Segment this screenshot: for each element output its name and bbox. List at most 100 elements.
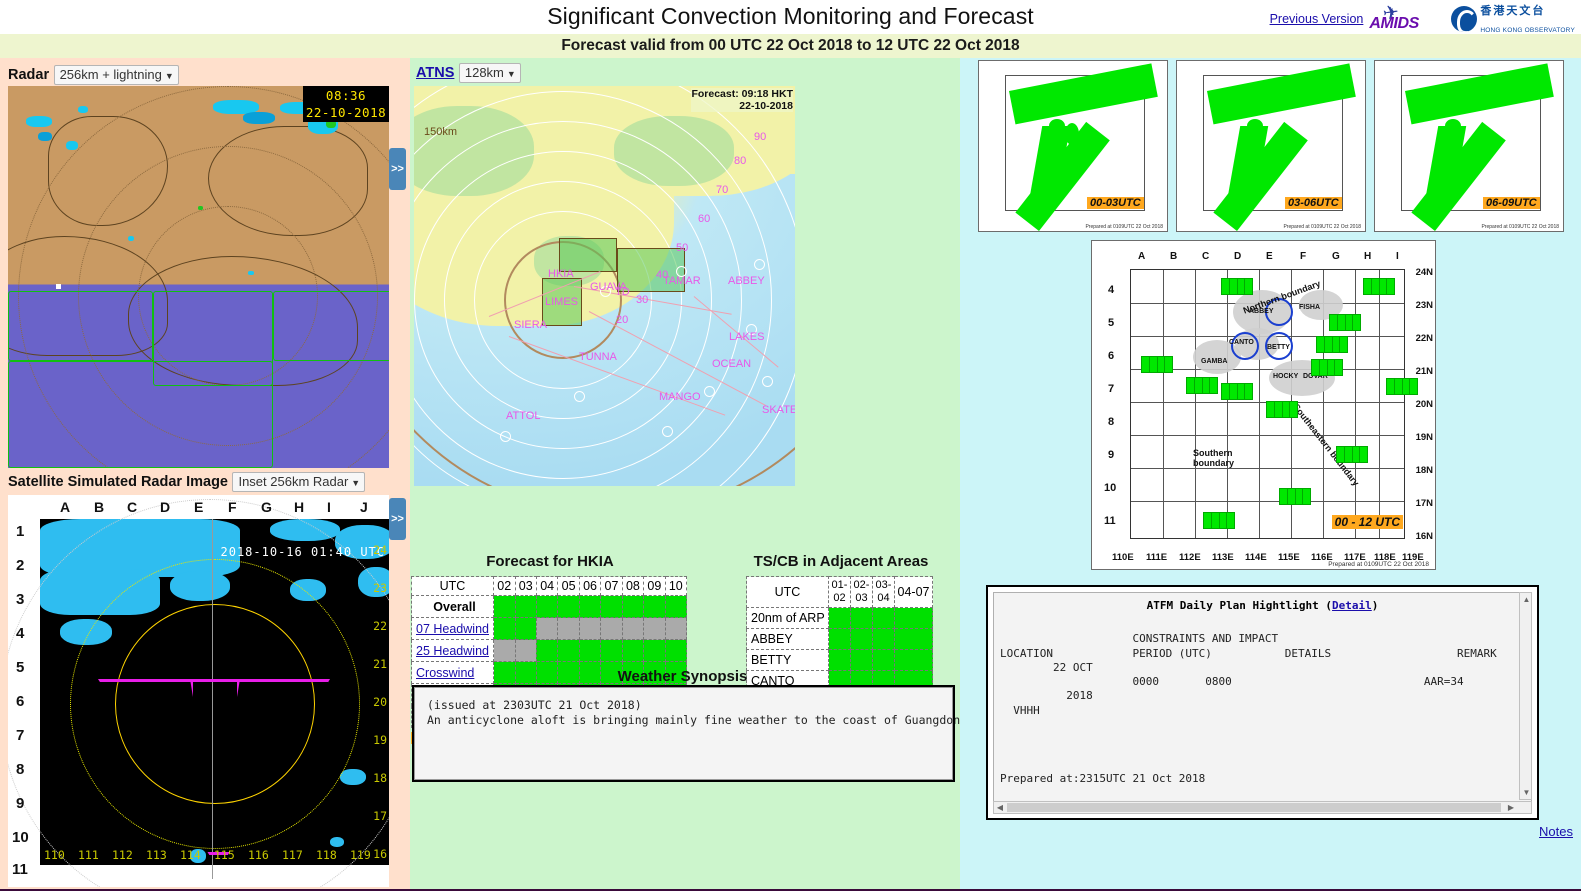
amids-logo: ✈ AMIDS <box>1369 2 1445 35</box>
scroll-right-icon[interactable]: ▶ <box>1505 802 1517 813</box>
corridor-lat-label: 19N <box>1415 432 1433 443</box>
atns-waypoint-marker <box>662 426 673 437</box>
amids-logo-text: AMIDS <box>1369 15 1419 32</box>
corridor-lat-label: 20N <box>1415 399 1433 410</box>
satellite-lon-label: 116 <box>248 848 269 862</box>
tscb-row-label: 20nm of ARP <box>746 607 829 629</box>
atns-distance-label: 70 <box>716 184 729 196</box>
atns-convection-box <box>559 238 617 272</box>
satellite-image[interactable]: 2018-10-16 01:40 UTC 110 111 112 113 114… <box>8 495 389 887</box>
satellite-expand-button[interactable]: >> <box>389 498 406 540</box>
hkia-forecast-title: Forecast for HKIA <box>486 553 614 570</box>
corridor-chart-prepared: Prepared at 0109UTC 22 Oct 2018 <box>1481 224 1559 230</box>
hkia-cell <box>621 617 645 640</box>
scroll-up-icon[interactable]: ▲ <box>1521 594 1532 605</box>
corridor-area-label: GAMBA <box>1201 358 1228 365</box>
synopsis-line2: An anticyclone aloft is bringing mainly … <box>427 713 974 727</box>
tscb-utc-header: UTC <box>746 576 829 608</box>
hkia-cell <box>535 639 559 662</box>
radar-expand-button[interactable]: >> <box>389 148 406 190</box>
previous-version-link[interactable]: Previous Version <box>1270 12 1364 26</box>
atns-link[interactable]: ATNS <box>416 65 454 81</box>
radar-sector-boundary <box>273 291 389 361</box>
radar-image[interactable]: 08:36 22-10-2018 <box>8 86 389 468</box>
atns-header: ATNS 128km ▼ <box>416 63 521 83</box>
atfm-horizontal-scrollbar[interactable]: ◀ ▶ <box>993 801 1532 814</box>
atfm-title-close: ) <box>1371 599 1379 612</box>
satellite-inset-select[interactable]: Inset 256km Radar ▼ <box>232 472 366 492</box>
atns-waypoint-label: ATTOL <box>506 410 541 422</box>
tscb-cell <box>872 628 895 650</box>
atns-image[interactable]: HKIA GUAVA LIMES SIERA TUNNA ATTOL TAMAR… <box>414 86 795 486</box>
corridor-area-label: HOCKY <box>1273 373 1299 380</box>
radar-echo <box>66 141 78 150</box>
hkia-cell <box>514 595 537 618</box>
hkia-hour-header: 07 <box>600 576 623 596</box>
hkia-row-link[interactable]: 07 Headwind <box>416 622 489 636</box>
corridor-chart-pane: 03-06UTC Prepared at 0109UTC 22 Oct 2018 <box>1177 61 1365 231</box>
atns-distance-label: 50 <box>676 242 689 254</box>
atns-range-select[interactable]: 128km ▼ <box>458 63 521 83</box>
synopsis-line1: (issued at 2303UTC 21 Oct 2018) <box>427 698 642 712</box>
hkia-cell <box>557 639 580 662</box>
atns-distance-label: 20 <box>616 314 629 326</box>
atfm-vertical-scrollbar[interactable]: ▲ ▼ <box>1519 592 1532 800</box>
table-row: Overall <box>411 595 688 618</box>
tscb-row-label: ABBEY <box>746 628 829 650</box>
tscb-cell <box>894 607 933 629</box>
atns-waypoint-label: TAMAR <box>663 275 701 287</box>
tscb-cell <box>850 607 873 629</box>
corridor-chip <box>1363 278 1395 295</box>
satellite-row-label: 6 <box>16 693 25 710</box>
atfm-detail-link[interactable]: Detail <box>1332 599 1372 612</box>
hkia-hour-header: 09 <box>643 576 666 596</box>
radar-timestamp-date: 22-10-2018 <box>305 105 387 120</box>
satellite-lat-label: 21 <box>373 657 387 671</box>
hkia-cell <box>578 595 602 618</box>
corridor-lon-label: 110E <box>1112 552 1134 563</box>
radar-range-select[interactable]: 256km + lightning ▼ <box>53 65 179 85</box>
atns-waypoint-label: LAKES <box>729 331 765 343</box>
hkia-cell <box>493 639 516 662</box>
satellite-canvas: 2018-10-16 01:40 UTC 110 111 112 113 114… <box>8 499 389 887</box>
scrollbar-thumb[interactable] <box>1007 803 1501 812</box>
hkia-row-link[interactable]: 25 Headwind <box>416 644 489 658</box>
radar-echo <box>38 132 52 141</box>
corridor-area-label: FISHA <box>1299 304 1320 311</box>
hkia-cell <box>621 639 645 662</box>
scroll-left-icon[interactable]: ◀ <box>994 802 1006 813</box>
satellite-lon-label: 111 <box>78 848 99 862</box>
satellite-lon-label: 114 <box>180 848 201 862</box>
corridor-chart-00-03[interactable]: 00-03UTC Prepared at 0109UTC 22 Oct 2018 <box>978 60 1168 232</box>
hkia-row-label-25-headwind[interactable]: 25 Headwind <box>411 639 494 662</box>
table-header-row: UTC 01- 02 02- 03 03- 04 04-07 <box>746 576 933 608</box>
grid-line-v <box>1355 270 1356 538</box>
table-row: ABBEY <box>746 628 933 650</box>
scroll-down-icon[interactable]: ▼ <box>1521 787 1532 798</box>
corridor-chart-06-09[interactable]: 06-09UTC Prepared at 0109UTC 22 Oct 2018 <box>1374 60 1564 232</box>
satellite-lat-label: 20 <box>373 695 387 709</box>
page-root: Significant Convection Monitoring and Fo… <box>0 0 1581 891</box>
corridor-chart-tag: 00-03UTC <box>1087 197 1144 209</box>
notes-link[interactable]: Notes <box>1539 824 1573 839</box>
satellite-lon-label: 118 <box>316 848 337 862</box>
atfm-panel[interactable]: ATFM Daily Plan Hightlight (Detail) CONS… <box>986 585 1539 820</box>
tscb-cell <box>850 628 873 650</box>
synopsis-box[interactable]: (issued at 2303UTC 21 Oct 2018) An antic… <box>412 685 974 782</box>
satellite-row-label: 8 <box>16 761 25 778</box>
corridor-row-label: 6 <box>1108 350 1115 362</box>
corridor-chip <box>1279 488 1311 505</box>
corridor-cell <box>1247 119 1263 133</box>
hkia-row-label-07-headwind[interactable]: 07 Headwind <box>411 617 494 640</box>
corridor-map-00-12[interactable]: ABBEY FISHA CANTO BETTY GAMBA HOCKY DOVA… <box>1091 240 1436 570</box>
atns-waypoint-label: OCEAN <box>712 358 752 370</box>
corridor-col-label: H <box>1364 251 1372 262</box>
grid-line-h <box>1131 468 1404 469</box>
corridor-chart-prepared: Prepared at 0109UTC 22 Oct 2018 <box>1283 224 1361 230</box>
corridor-chip <box>1336 446 1368 463</box>
atfm-content: ATFM Daily Plan Hightlight (Detail) CONS… <box>993 592 1532 813</box>
corridor-chart-03-06[interactable]: 03-06UTC Prepared at 0109UTC 22 Oct 2018 <box>1176 60 1366 232</box>
atns-range-label: 150km <box>424 126 458 138</box>
corridor-chart-pane: 00-03UTC Prepared at 0109UTC 22 Oct 2018 <box>979 61 1167 231</box>
radar-echo <box>26 116 52 127</box>
